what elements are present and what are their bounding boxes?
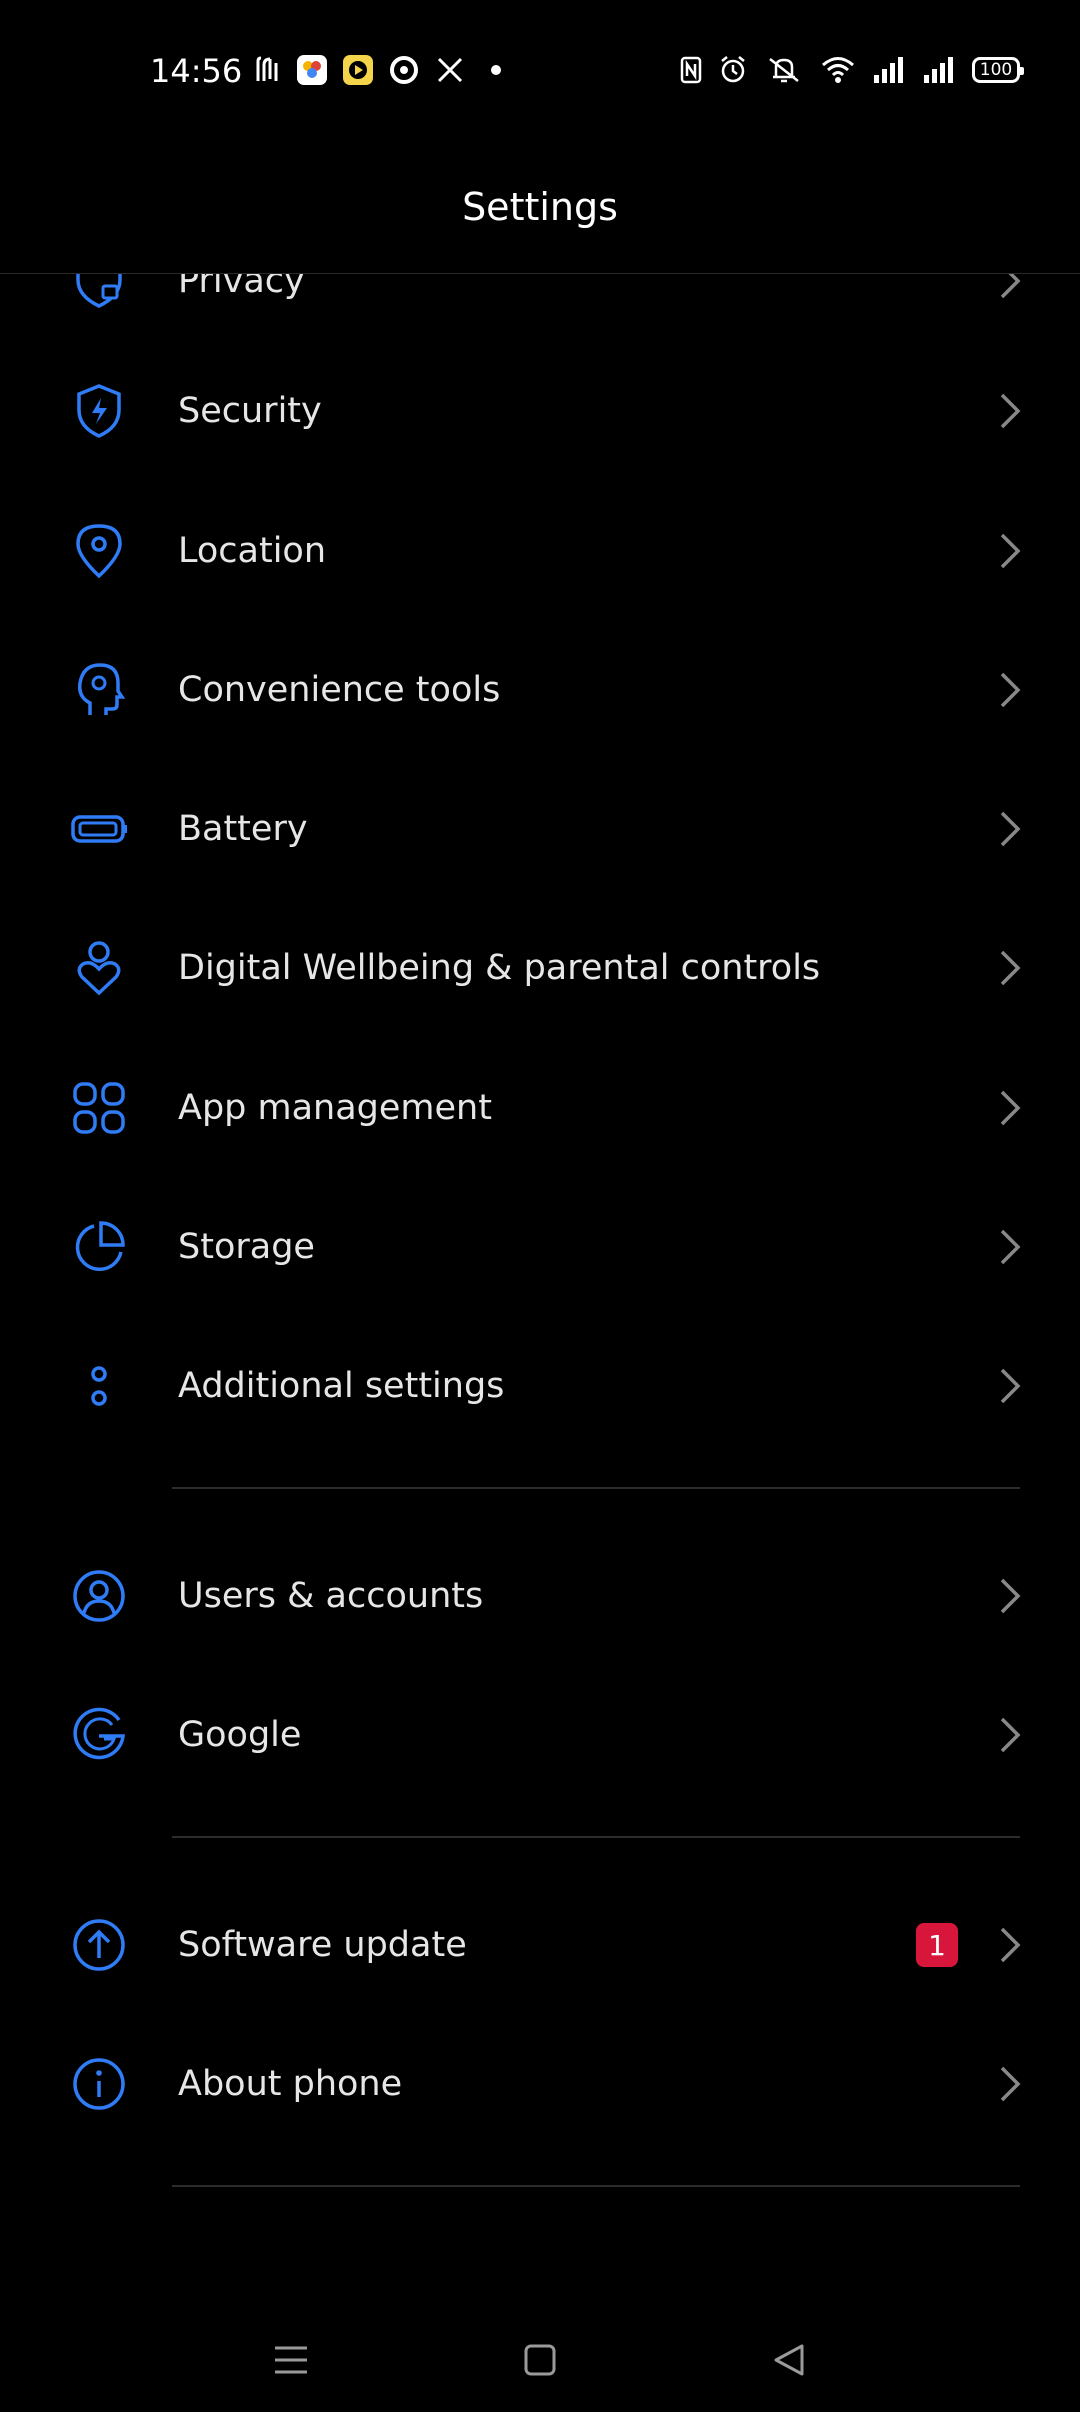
battery-status: 100 bbox=[972, 54, 1024, 86]
back-icon[interactable] bbox=[766, 2338, 810, 2382]
settings-item-label: App management bbox=[178, 1088, 492, 1128]
signal-icon bbox=[872, 54, 906, 86]
settings-item-location[interactable]: Location bbox=[0, 491, 1080, 611]
divider bbox=[172, 1487, 1020, 1489]
settings-item-convenience-tools[interactable]: Convenience tools bbox=[0, 630, 1080, 750]
chevron-right-icon bbox=[1000, 811, 1021, 847]
signal-icon bbox=[922, 54, 956, 86]
settings-item-label: Storage bbox=[178, 1227, 315, 1267]
settings-item-label: Convenience tools bbox=[178, 670, 501, 710]
chevron-right-icon bbox=[1000, 1229, 1021, 1265]
settings-item-label: Software update bbox=[178, 1925, 467, 1965]
apps-icon bbox=[70, 1079, 128, 1137]
page-title: Settings bbox=[462, 185, 618, 229]
software-update-icon bbox=[70, 1916, 128, 1974]
chevron-right-icon bbox=[1000, 393, 1021, 429]
settings-item-storage[interactable]: Storage bbox=[0, 1187, 1080, 1307]
status-bar: 14:56 100 bbox=[0, 0, 1080, 145]
chevron-right-icon bbox=[1000, 1717, 1021, 1753]
music-icon bbox=[250, 54, 282, 86]
chevron-right-icon bbox=[1000, 273, 1021, 299]
dot-icon bbox=[480, 54, 512, 86]
status-time: 14:56 bbox=[150, 52, 243, 90]
additional-settings-icon bbox=[70, 1357, 128, 1415]
settings-item-additional-settings[interactable]: Additional settings bbox=[0, 1326, 1080, 1446]
settings-item-users-accounts[interactable]: Users & accounts bbox=[0, 1536, 1080, 1656]
update-count-badge: 1 bbox=[916, 1923, 958, 1967]
notification-icons bbox=[250, 54, 512, 86]
settings-list[interactable]: Privacy Security Location Convenience to… bbox=[0, 273, 1080, 2293]
settings-item-label: Battery bbox=[178, 809, 308, 849]
alarm-icon bbox=[718, 54, 748, 86]
settings-item-label: Additional settings bbox=[178, 1366, 505, 1406]
chevron-right-icon bbox=[1000, 533, 1021, 569]
settings-item-label: Privacy bbox=[178, 273, 305, 301]
navigation-bar bbox=[0, 2310, 1080, 2412]
chevron-right-icon bbox=[1000, 950, 1021, 986]
settings-item-label: Security bbox=[178, 391, 322, 431]
chevron-right-icon bbox=[1000, 2066, 1021, 2102]
about-phone-icon bbox=[70, 2055, 128, 2113]
privacy-icon bbox=[70, 273, 128, 310]
divider bbox=[172, 2185, 1020, 2187]
users-icon bbox=[70, 1567, 128, 1625]
battery-icon bbox=[70, 800, 128, 858]
security-icon bbox=[70, 382, 128, 440]
settings-item-label: Users & accounts bbox=[178, 1576, 484, 1616]
wellbeing-icon bbox=[70, 939, 128, 997]
chevron-right-icon bbox=[1000, 1368, 1021, 1404]
nfc-icon bbox=[680, 54, 702, 86]
storage-icon bbox=[70, 1218, 128, 1276]
settings-item-digital-wellbeing[interactable]: Digital Wellbeing & parental controls bbox=[0, 908, 1080, 1028]
app-icon bbox=[342, 54, 374, 86]
google-icon bbox=[70, 1706, 128, 1764]
settings-item-google[interactable]: Google bbox=[0, 1675, 1080, 1795]
settings-item-about-phone[interactable]: About phone bbox=[0, 2024, 1080, 2144]
photos-icon bbox=[296, 54, 328, 86]
chevron-right-icon bbox=[1000, 1578, 1021, 1614]
settings-item-security[interactable]: Security bbox=[0, 351, 1080, 471]
wifi-icon bbox=[820, 54, 856, 86]
chevron-right-icon bbox=[1000, 672, 1021, 708]
header: Settings bbox=[0, 145, 1080, 274]
mute-icon bbox=[764, 54, 804, 86]
home-icon[interactable] bbox=[518, 2338, 562, 2382]
chevron-right-icon bbox=[1000, 1090, 1021, 1126]
location-icon bbox=[70, 522, 128, 580]
circle-app-icon bbox=[388, 54, 420, 86]
settings-item-privacy[interactable]: Privacy bbox=[0, 273, 1080, 341]
settings-item-label: Google bbox=[178, 1715, 302, 1755]
settings-item-label: Location bbox=[178, 531, 327, 571]
divider bbox=[172, 1836, 1020, 1838]
system-icons: 100 bbox=[680, 54, 1024, 86]
battery-level: 100 bbox=[972, 57, 1024, 83]
settings-item-app-management[interactable]: App management bbox=[0, 1048, 1080, 1168]
convenience-tools-icon bbox=[70, 661, 128, 719]
chevron-right-icon bbox=[1000, 1927, 1021, 1963]
settings-item-label: Digital Wellbeing & parental controls bbox=[178, 948, 821, 988]
menu-icon[interactable] bbox=[269, 2338, 313, 2382]
settings-item-label: About phone bbox=[178, 2064, 403, 2104]
x-icon bbox=[434, 54, 466, 86]
settings-item-battery[interactable]: Battery bbox=[0, 769, 1080, 889]
settings-item-software-update[interactable]: Software update 1 bbox=[0, 1885, 1080, 2005]
